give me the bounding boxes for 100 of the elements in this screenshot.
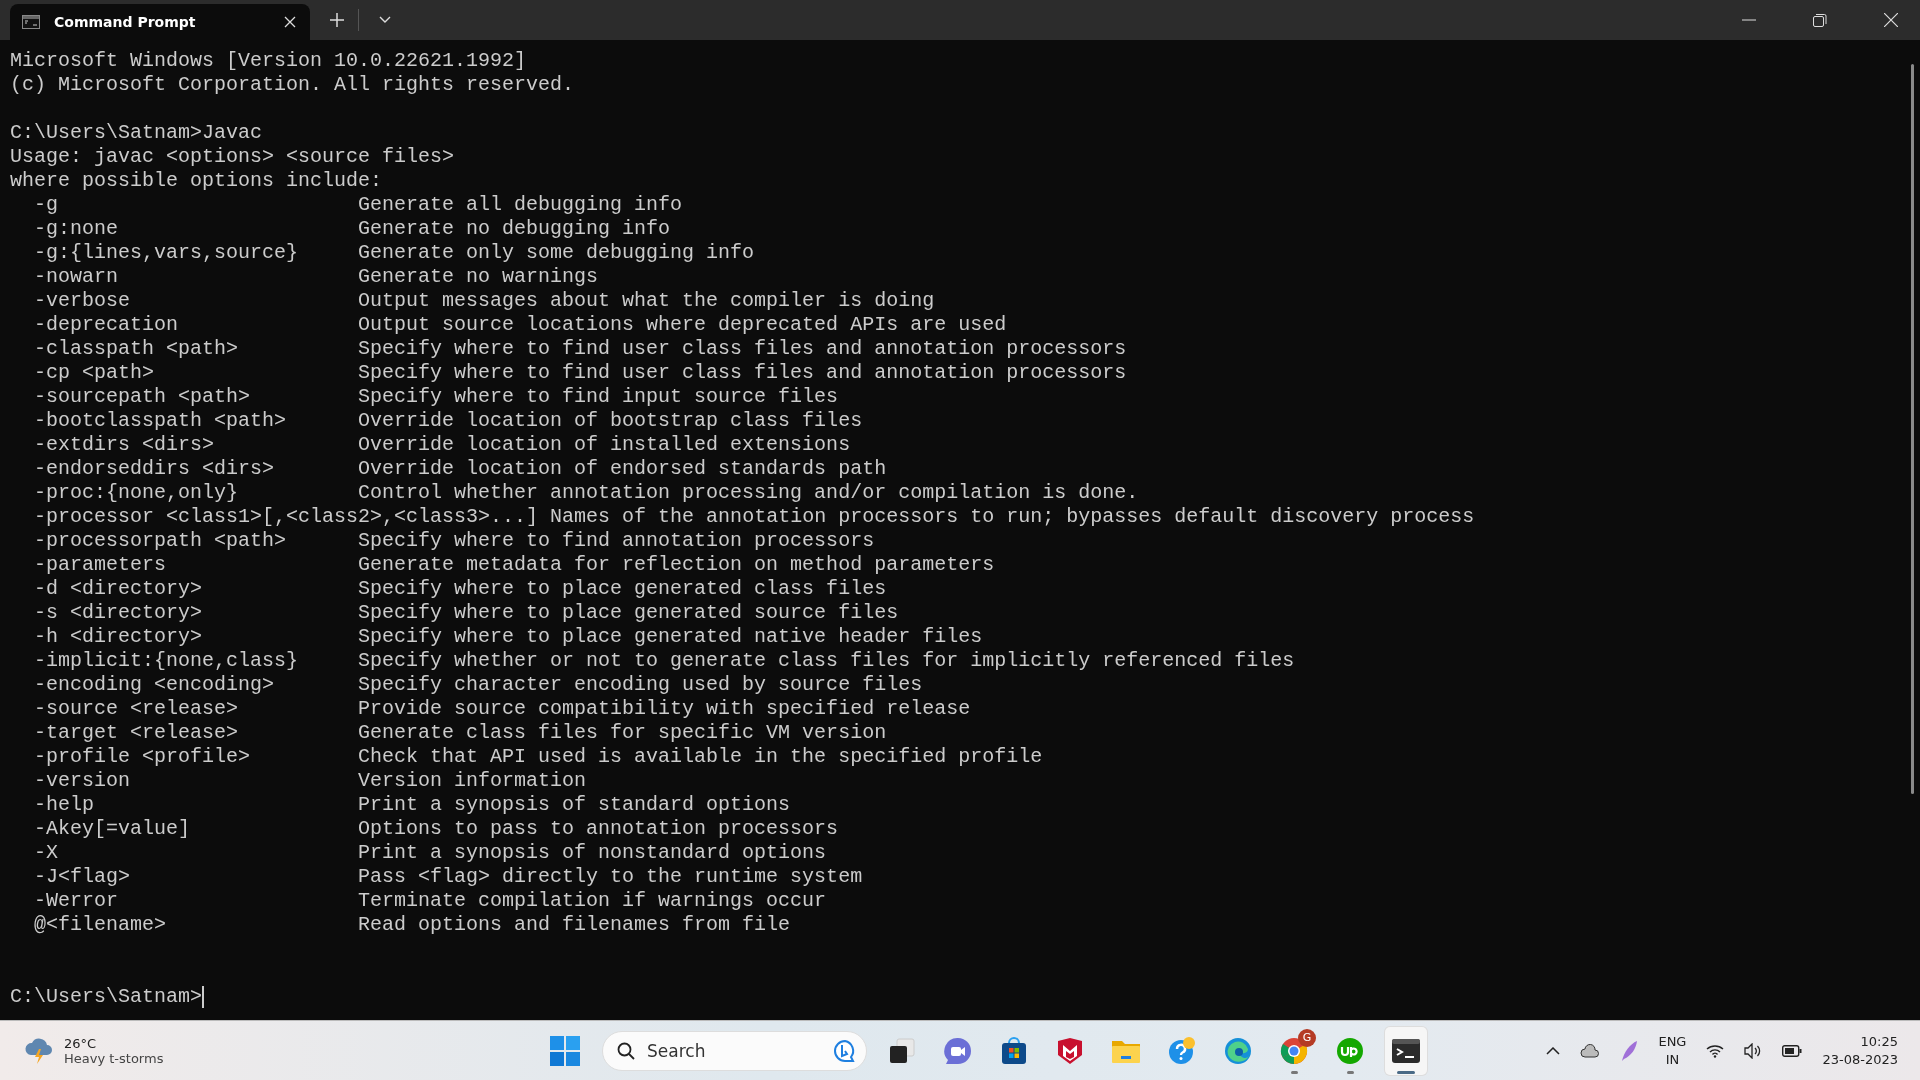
console-icon — [22, 15, 40, 29]
help-icon — [1167, 1035, 1197, 1066]
option-description: Override location of endorsed standards path — [358, 457, 887, 481]
new-tab-icon[interactable] — [330, 13, 344, 27]
tab-title: Command Prompt — [54, 14, 197, 30]
option-name: -proc:{none,only} — [34, 481, 240, 505]
option-description: Terminate compilation if warnings occur — [358, 889, 827, 913]
option-description: Generate only some debugging info — [358, 241, 755, 265]
restore-icon[interactable] — [1813, 13, 1827, 27]
option-description: Options to pass to annotation processors — [358, 817, 839, 841]
search-field[interactable]: Search — [602, 1030, 867, 1071]
option-description: Version information — [358, 769, 587, 793]
option-description: Specify where to find input source files — [358, 385, 839, 409]
option-description: Specify where to place generated source files — [358, 601, 899, 625]
option-name: -g:{lines,vars,source} — [34, 241, 300, 265]
option-name: -source <release> — [34, 697, 240, 721]
close-icon[interactable] — [1884, 13, 1898, 27]
option-name: -extdirs <dirs> — [34, 433, 216, 457]
clock[interactable]: 10:25 23-08-2023 — [1822, 1032, 1898, 1069]
option-description: Specify where to place generated native header files — [358, 625, 983, 649]
temperature: 26°C — [64, 1035, 98, 1051]
close-tab-icon[interactable] — [284, 16, 296, 28]
option-name: -h <directory> — [34, 625, 204, 649]
option-description: Override location of installed extensions — [358, 433, 851, 457]
windows-start-icon[interactable] — [550, 1035, 580, 1066]
option-name: -version — [34, 769, 131, 793]
terminal-line: where possible options include: — [10, 169, 383, 193]
option-name: -endorseddirs <dirs> — [34, 457, 276, 481]
option-name: -verbose — [34, 289, 131, 313]
option-description: Names of the annotation processors to run; bypasses default discovery process — [550, 505, 1475, 529]
chevron-up-icon[interactable] — [1546, 1046, 1561, 1055]
option-description: Control whether annotation processing and/or compilation is done. — [358, 481, 1139, 505]
option-name: -bootclasspath <path> — [34, 409, 288, 433]
option-description: Specify where to find annotation processors — [358, 529, 875, 553]
wifi-icon[interactable] — [1706, 1043, 1725, 1058]
wave-logo-icon — [1224, 1036, 1252, 1065]
option-name: -nowarn — [34, 265, 119, 289]
option-description: Pass <flag> directly to the runtime system — [358, 865, 863, 889]
option-description: Print a synopsis of standard options — [358, 793, 791, 817]
search-icon — [617, 1041, 635, 1060]
option-description: Specify whether or not to generate class files for implicitly referenced files — [358, 649, 1295, 673]
scrollbar[interactable] — [1911, 64, 1914, 794]
option-name: -help — [34, 793, 95, 817]
option-description: Specify where to place generated class files — [358, 577, 887, 601]
option-name: -X — [34, 841, 59, 865]
notification-badge: G — [1298, 1028, 1316, 1047]
option-name: -processorpath <path> — [34, 529, 288, 553]
storm-cloud-icon — [24, 1036, 54, 1065]
terminal-line: Microsoft Windows [Version 10.0.22621.1992] — [10, 49, 527, 73]
option-name: -target <release> — [34, 721, 240, 745]
option-description: Generate no warnings — [358, 265, 599, 289]
up-logo-icon — [1336, 1036, 1364, 1065]
text-cursor — [202, 986, 205, 1008]
option-description: Generate class files for specific VM version — [358, 721, 887, 745]
option-description: Print a synopsis of nonstandard options — [358, 841, 827, 865]
option-description: Override location of bootstrap class files — [358, 409, 863, 433]
option-name: -deprecation — [34, 313, 180, 337]
dropdown-caret-icon[interactable] — [379, 16, 391, 24]
option-description: Read options and filenames from file — [358, 913, 791, 937]
option-description: Specify character encoding used by source files — [358, 673, 923, 697]
option-description: Output source locations where deprecated APIs are used — [358, 313, 1007, 337]
option-description: Generate metadata for reflection on method parameters — [358, 553, 995, 577]
option-description: Provide source compatibility with specified release — [358, 697, 971, 721]
option-name: -g — [34, 193, 59, 217]
option-name: -g:none — [34, 217, 119, 241]
feather-icon[interactable] — [1620, 1039, 1639, 1062]
option-description: Specify where to find user class files and annotation processors — [358, 337, 1127, 361]
cloud-icon[interactable] — [1580, 1043, 1601, 1058]
battery-icon[interactable] — [1782, 1044, 1803, 1057]
option-name: -s <directory> — [34, 601, 204, 625]
terminal-line: Usage: javac <options> <source files> — [10, 145, 455, 169]
option-name: -implicit:{none,class} — [34, 649, 300, 673]
option-description: Check that API used is available in the specified profile — [358, 745, 1043, 769]
shopping-bag-icon — [1000, 1036, 1028, 1065]
terminal-line: C:\Users\Satnam>Javac — [10, 121, 263, 145]
option-name: -processor <class1>[,<class2>,<class3>...] — [34, 505, 539, 529]
command-prompt: C:\Users\Satnam> — [10, 985, 203, 1009]
stacked-windows-icon — [888, 1036, 916, 1065]
option-name: -profile <profile> — [34, 745, 252, 769]
option-name: -cp <path> — [34, 361, 156, 385]
terminal-line: (c) Microsoft Corporation. All rights reserved. — [10, 73, 575, 97]
terminal-tab[interactable]: Command Prompt — [10, 4, 310, 40]
option-name: -parameters — [34, 553, 168, 577]
terminal-icon — [1391, 1037, 1421, 1064]
option-description: Specify where to find user class files and annotation processors — [358, 361, 1127, 385]
option-name: -classpath <path> — [34, 337, 240, 361]
taskbar-app[interactable] — [1385, 1026, 1427, 1075]
option-name: -J<flag> — [34, 865, 131, 889]
option-description: Generate no debugging info — [358, 217, 671, 241]
option-name: -encoding <encoding> — [34, 673, 276, 697]
language-indicator[interactable]: ENG IN — [1658, 1032, 1687, 1069]
weather-condition: Heavy t-storms — [64, 1050, 164, 1066]
option-name: -d <directory> — [34, 577, 204, 601]
shield-icon — [1057, 1036, 1083, 1065]
option-name: -sourcepath <path> — [34, 385, 252, 409]
video-chat-icon — [944, 1036, 972, 1065]
taskbar-app[interactable]: G — [1273, 1026, 1315, 1075]
option-name: -Akey[=value] — [34, 817, 192, 841]
speaker-icon[interactable] — [1744, 1042, 1763, 1059]
option-name: -Werror — [34, 889, 119, 913]
